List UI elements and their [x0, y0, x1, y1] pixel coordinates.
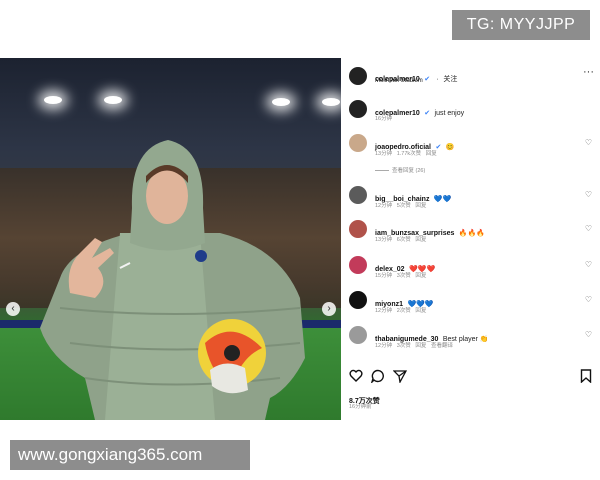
heart-icon[interactable]: ♡ [585, 260, 592, 269]
comment-time: 12分钟 [375, 308, 393, 314]
like-heart-icon[interactable] [349, 369, 363, 383]
post-panel: colepalmer10 ✔ · 关注 Molineux Stadium ···… [341, 58, 600, 420]
bookmark-icon[interactable] [580, 369, 592, 383]
comment-likes[interactable]: 1.77k次赞 [397, 151, 421, 157]
previous-image-icon[interactable]: ‹ [6, 302, 20, 316]
post-time: 16分钟前 [349, 404, 372, 410]
post-header: colepalmer10 ✔ · 关注 Molineux Stadium [349, 66, 594, 88]
comment-time: 13分钟 [375, 151, 393, 157]
avatar[interactable] [349, 186, 367, 204]
reply-button[interactable]: 回复 [415, 237, 426, 243]
avatar[interactable] [349, 220, 367, 238]
watermark-top: TG: MYYJJPP [452, 10, 590, 40]
caption: colepalmer10 ✔ just enjoy 16分钟 [349, 100, 594, 124]
post-photo: ‹ › [0, 58, 341, 420]
heart-icon[interactable]: ♡ [585, 330, 592, 339]
heart-icon[interactable]: ♡ [585, 138, 592, 147]
heart-icon[interactable]: ♡ [585, 224, 592, 233]
heart-icon[interactable]: ♡ [585, 190, 592, 199]
comment-likes[interactable]: 2次赞 [397, 308, 411, 314]
comment-item: thabanigumede_30 Best player 👏 12分钟 3次赞 … [349, 326, 594, 352]
comment-text: 💙💙 [433, 196, 452, 203]
reply-button[interactable]: 回复 [415, 343, 426, 349]
comment-time: 13分钟 [375, 237, 393, 243]
verified-icon: ✔ [424, 110, 431, 117]
reply-button[interactable]: 回复 [415, 203, 426, 209]
comment-time: 12分钟 [375, 343, 393, 349]
avatar[interactable] [349, 134, 367, 152]
comment-likes[interactable]: 3次赞 [397, 343, 411, 349]
more-horizontal-icon[interactable]: ··· [583, 66, 594, 78]
comment-meta: 13分钟 6次赞 回复 [375, 235, 426, 243]
watermark-bottom: www.gongxiang365.com [10, 440, 250, 470]
comment-item: delex_02 ❤️❤️❤️ 15分钟 3次赞 回复 ♡ [349, 256, 594, 282]
comment-meta: 12分钟 5次赞 回复 [375, 201, 426, 209]
avatar[interactable] [349, 256, 367, 274]
verified-icon: ✔ [424, 76, 431, 83]
comment-time: 15分钟 [375, 273, 393, 279]
caption-text: just enjoy [434, 110, 465, 117]
avatar[interactable] [349, 100, 367, 118]
comment-meta: 12分钟 3次赞 回复 查看翻译 [375, 341, 453, 349]
action-bar [349, 368, 594, 384]
reply-button[interactable]: 回复 [415, 273, 426, 279]
comment-likes[interactable]: 5次赞 [397, 203, 411, 209]
comment-icon[interactable] [371, 369, 385, 383]
share-icon[interactable] [393, 369, 407, 383]
translate-button[interactable]: 查看翻译 [431, 343, 453, 349]
avatar[interactable] [349, 67, 367, 85]
next-image-icon[interactable]: › [322, 302, 336, 316]
reply-button[interactable]: 回复 [415, 308, 426, 314]
comment-item: miyonz1 💙💙💙 12分钟 2次赞 回复 ♡ [349, 291, 594, 317]
comment-time: 12分钟 [375, 203, 393, 209]
comment-text: 🔥🔥🔥 [458, 230, 485, 237]
view-replies-button[interactable]: 查看回复 (26) [375, 166, 425, 174]
comment-meta: 13分钟 1.77k次赞 回复 [375, 149, 437, 157]
comment-item: big__boi_chainz 💙💙 12分钟 5次赞 回复 ♡ [349, 186, 594, 212]
comment-meta: 12分钟 2次赞 回复 [375, 306, 426, 314]
comment-item: iam_bunzsax_surprises 🔥🔥🔥 13分钟 6次赞 回复 ♡ [349, 220, 594, 246]
dot-separator: · [436, 76, 439, 83]
post-location[interactable]: Molineux Stadium [375, 78, 423, 84]
avatar[interactable] [349, 326, 367, 344]
comment-meta: 15分钟 3次赞 回复 [375, 271, 426, 279]
comment-likes[interactable]: 3次赞 [397, 273, 411, 279]
player-figure [40, 140, 305, 420]
avatar[interactable] [349, 291, 367, 309]
caption-time: 16分钟 [375, 116, 393, 122]
follow-button[interactable]: 关注 [443, 76, 457, 83]
heart-icon[interactable]: ♡ [585, 295, 592, 304]
comment-likes[interactable]: 6次赞 [397, 237, 411, 243]
reply-button[interactable]: 回复 [426, 151, 437, 157]
comment-item: joaopedro.oficial ✔ 😊 13分钟 1.77k次赞 回复 查看… [349, 134, 594, 174]
comment-text: 😊 [445, 144, 455, 151]
